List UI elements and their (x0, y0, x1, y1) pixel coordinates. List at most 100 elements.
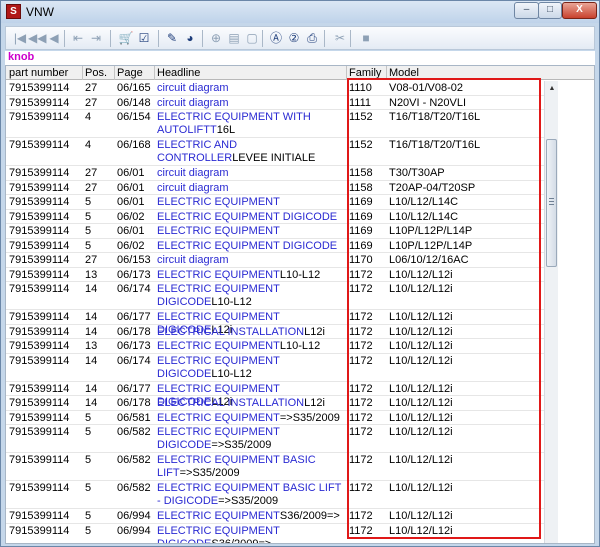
minimize-button[interactable]: – (514, 2, 539, 19)
previous-icon[interactable]: ◀ (46, 30, 62, 46)
vnw-app-icon[interactable]: S (6, 4, 21, 19)
table-row[interactable]: 7915399114 14 06/178 ELECTRICAL INSTALLATIO… (6, 325, 544, 339)
scroll-up-arrow-icon[interactable]: ▲ (545, 83, 559, 95)
headline-link[interactable]: ELECTRIC EQUIPMENT DIGICODE (157, 240, 347, 253)
table-row[interactable]: 7915399114 5 06/582 ELECTRIC EQUIPMENT BASI… (6, 481, 544, 509)
table-row[interactable]: 7915399114 5 06/994 ELECTRIC EQUIPMENTS36/2… (6, 509, 544, 524)
headline-link[interactable]: ELECTRIC EQUIPMENT DIGICODE (157, 211, 347, 224)
table-row[interactable]: 7915399114 5 06/02 ELECTRIC EQUIPMENT DIGIC… (6, 239, 544, 253)
headline-text[interactable]: ELECTRIC EQUIPMENT (157, 510, 280, 522)
table-row[interactable]: 7915399114 5 06/582 ELECTRIC EQUIPMENT DIGI… (6, 425, 544, 453)
table-row[interactable]: 7915399114 14 06/178 ELECTRICAL INSTALLATIO… (6, 396, 544, 411)
document-icon[interactable]: ▤ (226, 30, 242, 46)
page-icon[interactable]: ▢ (244, 30, 260, 46)
pencil-icon[interactable]: ✎ (164, 30, 180, 46)
table-row[interactable]: 7915399114 5 06/01 ELECTRIC EQUIPMENT 1169 L1… (6, 224, 544, 239)
table-row[interactable]: 7915399114 5 06/582 ELECTRIC EQUIPMENT BASI… (6, 453, 544, 481)
column-divider[interactable] (82, 66, 83, 80)
circle-a-icon[interactable]: Ⓐ (268, 30, 284, 46)
table-row[interactable]: 7915399114 27 06/148 circuit diagram 1111 N20… (6, 96, 544, 110)
cart-icon[interactable]: 🛒 (118, 30, 134, 46)
headline-link[interactable]: circuit diagram (157, 254, 347, 267)
maximize-button[interactable]: □ (538, 2, 562, 19)
headline-link[interactable]: ELECTRIC EQUIPMENTL10-L12 (157, 340, 347, 353)
table-row[interactable]: 7915399114 27 06/165 circuit diagram 1110 V08… (6, 81, 544, 96)
checklist-icon[interactable]: ☑ (136, 30, 152, 46)
headline-text[interactable]: circuit diagram (157, 182, 229, 194)
headline-text[interactable]: ELECTRIC EQUIPMENT DIGICODE (157, 240, 337, 252)
headline-text[interactable]: circuit diagram (157, 97, 229, 109)
headline-text[interactable]: circuit diagram (157, 82, 229, 94)
table-row[interactable]: 7915399114 13 06/173 ELECTRIC EQUIPMENTL10-… (6, 268, 544, 282)
headline-link[interactable]: circuit diagram (157, 97, 347, 110)
headline-link[interactable]: ELECTRIC EQUIPMENT=>S35/2009 (157, 412, 347, 425)
column-header-model[interactable]: Model (389, 67, 419, 79)
table-row[interactable]: 7915399114 5 06/581 ELECTRIC EQUIPMENT=>S35… (6, 411, 544, 425)
headline-text[interactable]: ELECTRIC EQUIPMENT (157, 340, 280, 352)
headline-link[interactable]: ELECTRIC EQUIPMENT BASIC LIFT - DIGICODE… (157, 482, 347, 508)
headline-text[interactable]: circuit diagram (157, 254, 229, 266)
headline-link[interactable]: ELECTRIC EQUIPMENT DIGICODE=>S35/2009 (157, 426, 347, 452)
headline-link[interactable]: ELECTRIC EQUIPMENT DIGICODEL10-L12 (157, 355, 347, 381)
headline-link[interactable]: ELECTRIC EQUIPMENTS36/2009=> (157, 510, 347, 523)
headline-text[interactable]: ELECTRIC EQUIPMENT DIGICODE (157, 211, 337, 223)
column-divider[interactable] (154, 66, 155, 80)
headline-text[interactable]: ELECTRICAL INSTALLATION (157, 397, 304, 409)
table-row[interactable]: 7915399114 14 06/174 ELECTRIC EQUIPMENT DIG… (6, 354, 544, 382)
headline-link[interactable]: ELECTRIC EQUIPMENT DIGICODES36/2009=> (157, 525, 347, 544)
table-row[interactable]: 7915399114 14 06/177 ELECTRIC EQUIPMENT DIG… (6, 382, 544, 408)
headline-link[interactable]: ELECTRIC EQUIPMENT (157, 225, 347, 238)
close-button[interactable]: X (562, 2, 597, 19)
headline-text[interactable]: ELECTRIC EQUIPMENT (157, 225, 280, 237)
column-divider[interactable] (386, 66, 387, 80)
table-row[interactable]: 7915399114 27 06/153 circuit diagram 1170 L06… (6, 253, 544, 268)
column-divider[interactable] (346, 66, 347, 80)
column-header-family[interactable]: Family (349, 67, 381, 79)
forward-back-icon[interactable]: ⇥ (88, 30, 104, 46)
circle-2-icon[interactable]: ② (286, 30, 302, 46)
headline-link[interactable]: ELECTRIC EQUIPMENT BASIC LIFT=>S35/2009 (157, 454, 347, 480)
first-page-icon[interactable]: |◀ (12, 30, 28, 46)
table-row[interactable]: 7915399114 5 06/02 ELECTRIC EQUIPMENT DIGIC… (6, 210, 544, 224)
headline-link[interactable]: ELECTRICAL INSTALLATIONL12i (157, 326, 347, 339)
headline-text[interactable]: ELECTRIC EQUIPMENT (157, 269, 280, 281)
tool-icon[interactable]: ✂ (332, 30, 348, 46)
headline-link[interactable]: circuit diagram (157, 82, 347, 95)
scroll-thumb[interactable] (546, 139, 557, 267)
table-row[interactable]: 7915399114 27 06/01 circuit diagram 1158 T20A… (6, 181, 544, 195)
column-header-headline[interactable]: Headline (157, 67, 200, 79)
headline-link[interactable]: ELECTRIC EQUIPMENT WITH AUTOLIFTT16L (157, 111, 347, 137)
printer-icon[interactable]: ⎙ (304, 30, 320, 46)
stop-icon[interactable]: ■ (358, 30, 374, 46)
skip-back-icon[interactable]: ⇤ (70, 30, 86, 46)
zoom-icon[interactable]: ⊕ (208, 30, 224, 46)
table-row[interactable]: 7915399114 5 06/994 ELECTRIC EQUIPMENT DIGI… (6, 524, 544, 544)
column-header-page[interactable]: Page (117, 67, 143, 79)
headline-link[interactable]: ELECTRIC EQUIPMENT DIGICODEL10-L12 (157, 283, 347, 309)
headline-link[interactable]: ELECTRIC EQUIPMENT (157, 196, 347, 209)
headline-text[interactable]: circuit diagram (157, 167, 229, 179)
headline-link[interactable]: ELECTRIC EQUIPMENTL10-L12 (157, 269, 347, 282)
globe-icon[interactable]: ◕ (182, 30, 198, 46)
headline-text[interactable]: ELECTRIC EQUIPMENT (157, 196, 280, 208)
rewind-icon[interactable]: ◀◀ (28, 30, 46, 46)
headline-text[interactable]: ELECTRIC EQUIPMENT (157, 412, 280, 424)
headline-link[interactable]: ELECTRIC AND CONTROLLERLEVEE INITIALE (157, 139, 347, 165)
headline-text[interactable]: ELECTRIC AND CONTROLLER (157, 139, 237, 164)
table-row[interactable]: 7915399114 14 06/177 ELECTRIC EQUIPMENT DIG… (6, 310, 544, 336)
headline-link[interactable]: circuit diagram (157, 167, 347, 180)
table-row[interactable]: 7915399114 13 06/173 ELECTRIC EQUIPMENTL10-… (6, 339, 544, 354)
table-row[interactable]: 7915399114 4 06/168 ELECTRIC AND CONTROLLER… (6, 138, 544, 166)
table-row[interactable]: 7915399114 4 06/154 ELECTRIC EQUIPMENT WITH… (6, 110, 544, 138)
headline-link[interactable]: ELECTRICAL INSTALLATIONL12i (157, 397, 347, 410)
table-row[interactable]: 7915399114 14 06/174 ELECTRIC EQUIPMENT DIG… (6, 282, 544, 310)
column-header-pos[interactable]: Pos. (85, 67, 107, 79)
title-bar[interactable]: S VNW – □ X (1, 1, 599, 23)
column-divider[interactable] (114, 66, 115, 80)
table-row[interactable]: 7915399114 5 06/01 ELECTRIC EQUIPMENT 1169 L1… (6, 195, 544, 210)
table-row[interactable]: 7915399114 27 06/01 circuit diagram 1158 T30/… (6, 166, 544, 181)
column-header-part-number[interactable]: part number (9, 67, 68, 79)
vertical-scrollbar[interactable]: ▲ (544, 81, 558, 543)
headline-text[interactable]: ELECTRICAL INSTALLATION (157, 326, 304, 338)
headline-link[interactable]: circuit diagram (157, 182, 347, 195)
